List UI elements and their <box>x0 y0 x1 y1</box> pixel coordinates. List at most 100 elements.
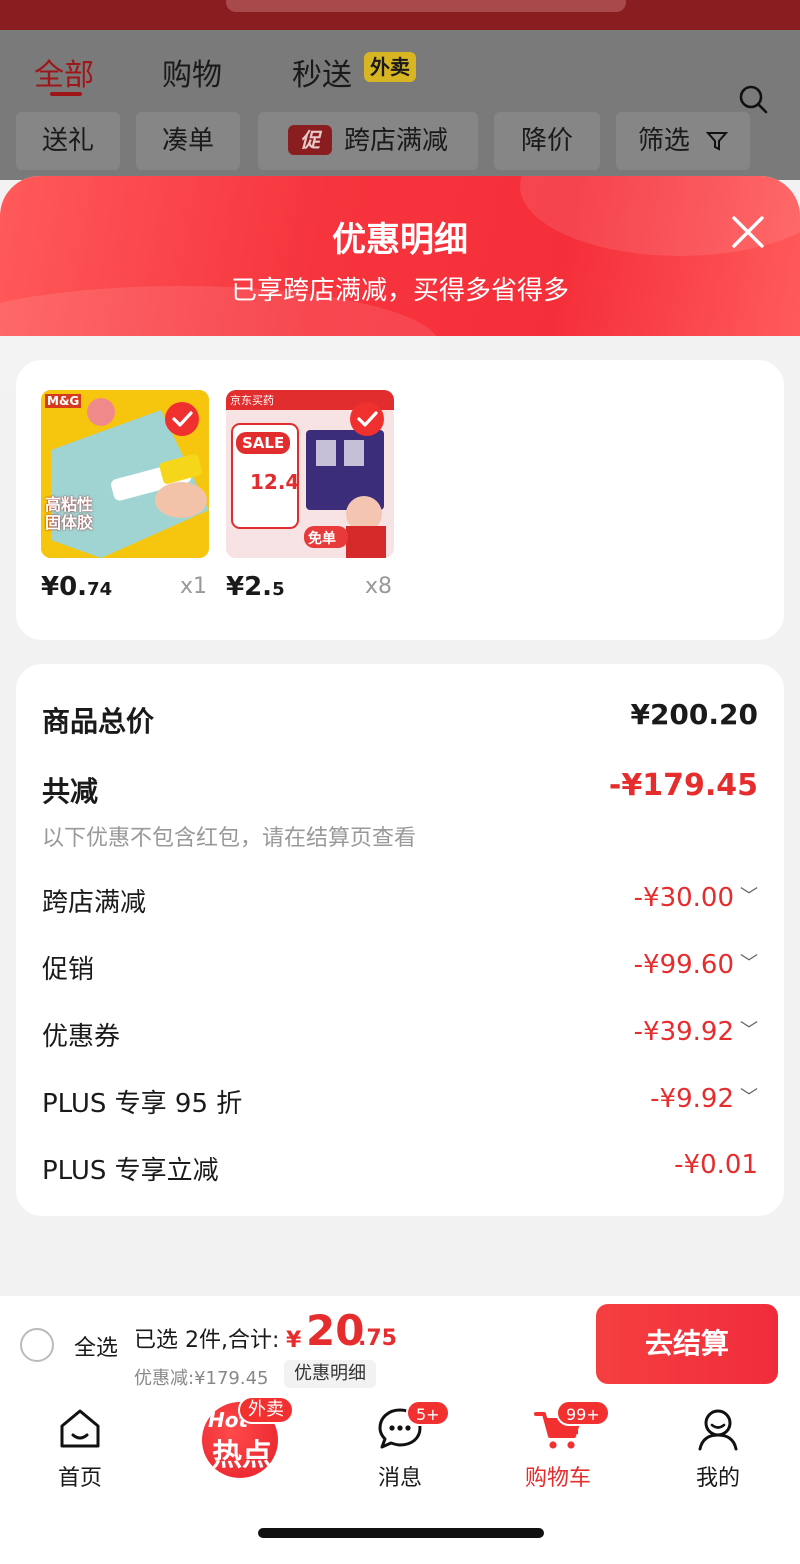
tab-label: 首页 <box>57 1466 102 1491</box>
discount-value: -¥30.00 ﹀ <box>634 882 758 913</box>
promo-badge: 促 <box>287 125 332 155</box>
product-qty: x1 <box>179 574 207 599</box>
chip-price-drop[interactable]: 降价 <box>494 112 600 170</box>
tab-shopping[interactable]: 购物 <box>162 50 222 94</box>
discount-label: PLUS 专享立减 <box>42 1156 219 1186</box>
price-dec: 5 <box>272 579 285 600</box>
product-item[interactable]: 京东买药 SALE 12.4 免单 ¥2.5 x8 <box>226 390 394 602</box>
chip-gift[interactable]: 送礼 <box>16 112 120 170</box>
total-price-label: 商品总价 <box>42 705 155 738</box>
discount-label: 优惠券 <box>42 1022 121 1052</box>
check-icon[interactable] <box>165 402 199 436</box>
discount-value: -¥0.01 <box>674 1150 758 1180</box>
discount-amount: -¥99.60 <box>633 950 734 980</box>
hot-logo-label: 热点 <box>212 1438 272 1473</box>
chip-label: 降价 <box>520 126 573 156</box>
discount-value: -¥39.92 ﹀ <box>634 1016 758 1047</box>
product-item[interactable]: M&G 高粘性 固体胶 ¥0.74 x1 <box>41 390 209 602</box>
chip-combine[interactable]: 凑单 <box>136 112 240 170</box>
chip-label: 筛选 <box>637 126 690 156</box>
price-summary-card: 商品总价 ¥200.20 共减 -¥179.45 以下优惠不包含红包，请在结算页… <box>16 664 784 1216</box>
home-icon <box>60 1409 100 1448</box>
product-image-medicine: 京东买药 SALE 12.4 免单 <box>226 390 394 558</box>
product-image-caption: 高粘性 固体胶 <box>45 495 94 532</box>
discount-value: -¥99.60 ﹀ <box>634 949 758 980</box>
home-indicator <box>258 1528 544 1538</box>
sheet-header: 优惠明细 已享跨店满减，买得多省得多 <box>0 176 800 406</box>
checkout-bar: 全选 已选 2件,合计: ¥ 20 .75 优惠减:¥179.45 优惠明细 去… <box>0 1296 800 1392</box>
product-qty: x8 <box>364 574 392 599</box>
sum-decimal: .75 <box>358 1326 397 1351</box>
tab-express[interactable]: 秒送 <box>292 50 352 94</box>
product-image-glue: M&G 高粘性 固体胶 <box>41 390 209 558</box>
cart-count-badge: 99+ <box>556 1400 610 1426</box>
select-all-radio[interactable] <box>20 1328 54 1362</box>
chip-cross-store[interactable]: 促跨店满减 <box>258 112 478 170</box>
chevron-down-icon[interactable]: ﹀ <box>740 1016 758 1042</box>
discount-amount: -¥0.01 <box>674 1150 758 1180</box>
price-tag: 12.4 <box>250 470 300 494</box>
total-reduce-value: -¥179.45 <box>608 768 758 803</box>
discount-note: 以下优惠不包含红包，请在结算页查看 <box>42 826 417 851</box>
chevron-down-icon[interactable]: ﹀ <box>740 882 758 908</box>
chip-label: 送礼 <box>41 126 94 156</box>
search-bar[interactable] <box>226 0 626 12</box>
discount-value: -¥9.92 ﹀ <box>650 1083 758 1114</box>
discount-row[interactable]: 优惠券 -¥39.92 ﹀ <box>42 1016 758 1056</box>
discount-row[interactable]: 跨店满减 -¥30.00 ﹀ <box>42 882 758 922</box>
takeout-badge: 外卖 <box>238 1396 294 1424</box>
checkout-button[interactable]: 去结算 <box>596 1304 778 1384</box>
tab-cart[interactable]: 99+ 购物车 <box>498 1400 618 1492</box>
discount-label: 促销 <box>42 955 95 985</box>
price-dec: 74 <box>87 579 113 600</box>
tab-home[interactable]: 首页 <box>20 1406 140 1492</box>
discount-label: 跨店满减 <box>42 888 147 918</box>
product-price: ¥0.74 <box>41 572 112 602</box>
select-all-label[interactable]: 全选 <box>74 1330 118 1362</box>
bottom-tabbar: 首页 Hot 热点 外卖 5+ 消息 99+ 购物车 我的 <box>0 1392 800 1564</box>
tab-messages[interactable]: 5+ 消息 <box>340 1400 460 1492</box>
profile-icon <box>698 1409 738 1451</box>
filter-icon <box>706 132 729 151</box>
tab-underline <box>50 92 82 96</box>
discount-row: PLUS 专享立减 -¥0.01 <box>42 1150 758 1190</box>
sum-integer: 20 <box>306 1306 365 1355</box>
close-icon[interactable] <box>728 212 768 252</box>
discount-summary: 优惠减:¥179.45 <box>134 1368 269 1389</box>
sale-tag: SALE <box>236 432 291 454</box>
price-int: ¥2. <box>226 572 273 602</box>
products-card: M&G 高粘性 固体胶 ¥0.74 x1 京东买药 SALE 12.4 免单 ¥… <box>16 360 784 640</box>
takeout-badge: 外卖 <box>364 52 416 82</box>
chip-filter[interactable]: 筛选 <box>616 112 750 170</box>
tab-all[interactable]: 全部 <box>34 50 94 94</box>
selected-count-text: 已选 2件,合计: <box>134 1328 280 1353</box>
price-int: ¥0. <box>41 572 88 602</box>
top-header <box>0 0 800 30</box>
discount-label: PLUS 专享 95 折 <box>42 1089 243 1119</box>
chevron-down-icon[interactable]: ﹀ <box>740 949 758 975</box>
discount-amount: -¥39.92 <box>633 1017 734 1047</box>
sheet-title: 优惠明细 <box>332 220 468 260</box>
check-icon[interactable] <box>350 402 384 436</box>
total-price-value: ¥200.20 <box>630 698 758 731</box>
sheet-subtitle: 已享跨店满减，买得多省得多 <box>230 276 569 306</box>
tab-profile[interactable]: 我的 <box>658 1406 778 1492</box>
tab-label: 购物车 <box>524 1466 591 1491</box>
discount-detail-button[interactable]: 优惠明细 <box>284 1360 376 1388</box>
sum-currency: ¥ <box>286 1328 302 1353</box>
discount-amount: -¥9.92 <box>650 1084 734 1114</box>
discount-row[interactable]: PLUS 专享 95 折 -¥9.92 ﹀ <box>42 1083 758 1123</box>
search-icon[interactable] <box>738 84 768 114</box>
cart-tabs-area: 全部 购物 秒送 外卖 送礼 凑单 促跨店满减 降价 筛选 <box>0 30 800 180</box>
discount-amount: -¥30.00 <box>633 883 734 913</box>
tab-label: 我的 <box>695 1466 740 1491</box>
discount-detail-sheet: 优惠明细 已享跨店满减，买得多省得多 M&G 高粘性 固体胶 ¥0.74 x1 … <box>0 176 800 1296</box>
discount-row[interactable]: 促销 -¥99.60 ﹀ <box>42 949 758 989</box>
brand-logo: 京东买药 <box>230 394 274 407</box>
chip-label: 跨店满减 <box>343 126 448 156</box>
chevron-down-icon[interactable]: ﹀ <box>740 1083 758 1109</box>
chip-label: 凑单 <box>161 126 214 156</box>
total-reduce-label: 共减 <box>42 775 99 808</box>
tab-label: 消息 <box>377 1466 422 1491</box>
brand-logo: M&G <box>45 394 82 408</box>
